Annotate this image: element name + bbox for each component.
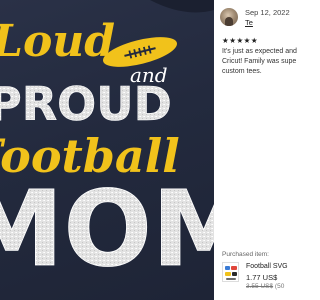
design-word-proud: PROUD	[0, 77, 172, 131]
purchased-item-original-price: 3.55 US$ (50	[246, 283, 284, 290]
review-text-line: custom tees.	[222, 68, 262, 75]
review-date: Sep 12, 2022	[245, 8, 290, 17]
original-price-value: 3.55 US$	[246, 283, 274, 290]
design-word-loud: Loud	[0, 16, 115, 67]
purchased-item-price: 1.77 US$	[246, 273, 278, 282]
review-text-line: It's just as expected and	[222, 48, 297, 55]
review-text: It's just as expected and Cricut! Family…	[222, 47, 300, 77]
reviewer-avatar[interactable]	[220, 8, 238, 26]
review-photo[interactable]: Loud and PROUD Football MOM	[0, 0, 214, 300]
purchased-item-title-link[interactable]: Football SVG	[246, 263, 288, 270]
shirt-design: Loud and PROUD Football MOM	[0, 0, 214, 290]
design-word-mom: MOM	[0, 168, 214, 290]
star-rating: ★★★★★	[222, 36, 259, 45]
discount-value: (50	[274, 283, 285, 290]
purchased-item-label: Purchased item:	[222, 251, 269, 258]
shirt-collar	[150, 0, 214, 13]
review-text-line: Cricut! Family was supe	[222, 58, 297, 65]
reviewer-name-link[interactable]: Te	[245, 18, 253, 27]
purchased-item-thumbnail[interactable]	[222, 262, 239, 282]
review-panel: Sep 12, 2022 Te ★★★★★ It's just as expec…	[214, 0, 300, 300]
